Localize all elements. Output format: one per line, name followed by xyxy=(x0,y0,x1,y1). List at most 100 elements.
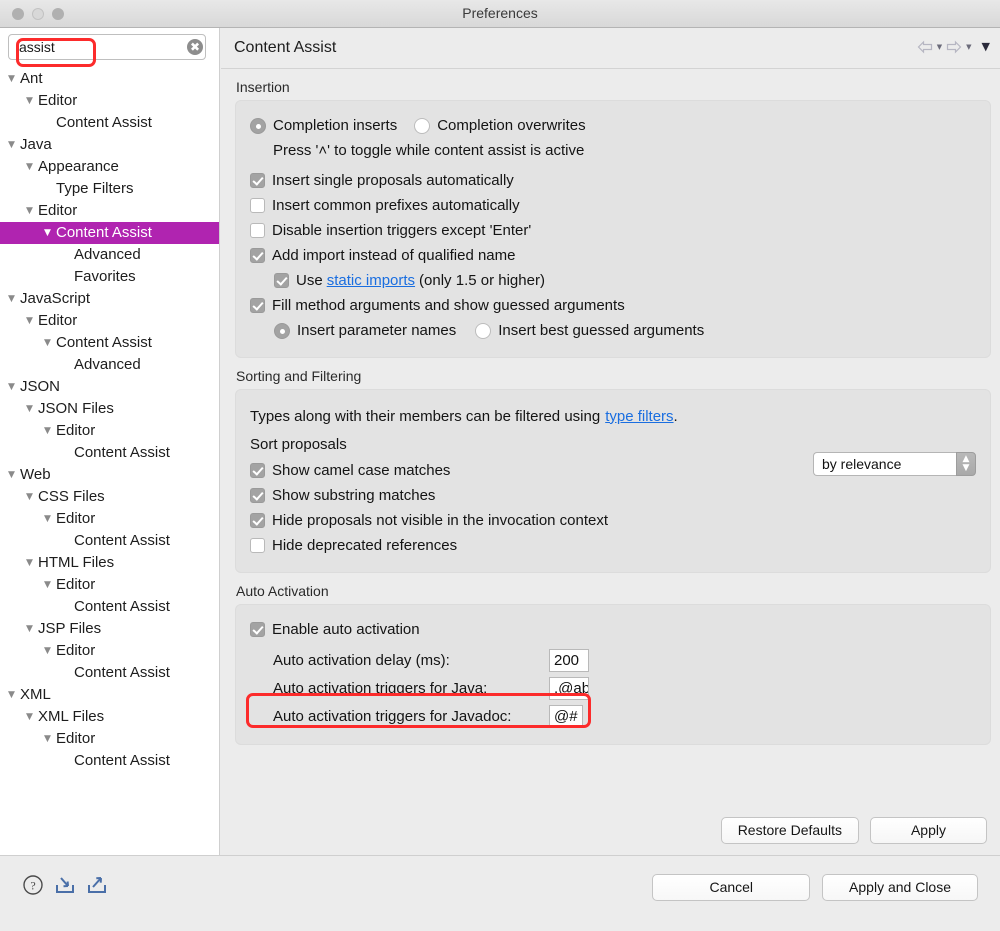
tree-item-editor[interactable]: ▼ Editor xyxy=(0,310,219,332)
tree-item-label: Web xyxy=(20,466,51,483)
tree-item-editor[interactable]: ▼ Editor xyxy=(0,728,219,750)
tree-item-advanced[interactable]: Advanced xyxy=(0,354,219,376)
tree-item-content-assist[interactable]: ▼ Content Assist xyxy=(0,332,219,354)
checkbox-insert-single-proposals[interactable] xyxy=(250,173,265,188)
tree-item-content-assist[interactable]: Content Assist xyxy=(0,596,219,618)
tree-item-label: Content Assist xyxy=(56,334,152,351)
twisty-expanded-icon[interactable]: ▼ xyxy=(44,338,55,348)
twisty-expanded-icon[interactable]: ▼ xyxy=(26,96,37,106)
radio-completion-overwrites-label: Completion overwrites xyxy=(437,117,586,134)
checkbox-show-camel-case[interactable] xyxy=(250,463,265,478)
tree-item-type-filters[interactable]: Type Filters xyxy=(0,178,219,200)
twisty-expanded-icon[interactable]: ▼ xyxy=(44,426,55,436)
forward-arrow-icon[interactable] xyxy=(945,40,963,54)
tree-item-advanced[interactable]: Advanced xyxy=(0,244,219,266)
twisty-expanded-icon[interactable]: ▼ xyxy=(44,514,55,524)
search-input[interactable] xyxy=(8,34,206,60)
twisty-expanded-icon[interactable]: ▼ xyxy=(26,712,37,722)
tree-item-ant[interactable]: ▼ Ant xyxy=(0,68,219,90)
tree-item-editor[interactable]: ▼ Editor xyxy=(0,200,219,222)
javadoc-triggers-input[interactable]: @# xyxy=(549,704,583,728)
radio-insert-best-guessed[interactable] xyxy=(475,322,492,339)
tree-item-json-files[interactable]: ▼ JSON Files xyxy=(0,398,219,420)
tree-item-label: Editor xyxy=(56,510,96,527)
tree-item-html-files[interactable]: ▼ HTML Files xyxy=(0,552,219,574)
tree-item-label: Editor xyxy=(38,202,78,219)
tree-item-label: Java xyxy=(20,136,52,153)
tree-item-editor[interactable]: ▼ Editor xyxy=(0,640,219,662)
tree-item-javascript[interactable]: ▼ JavaScript xyxy=(0,288,219,310)
tree-item-content-assist[interactable]: Content Assist xyxy=(0,112,219,134)
type-filters-description-prefix: Types along with their members can be fi… xyxy=(250,407,601,425)
tree-item-favorites[interactable]: Favorites xyxy=(0,266,219,288)
checkbox-disable-insertion-triggers[interactable] xyxy=(250,223,265,238)
tree-item-json[interactable]: ▼ JSON xyxy=(0,376,219,398)
twisty-expanded-icon[interactable]: ▼ xyxy=(26,558,37,568)
twisty-expanded-icon[interactable]: ▼ xyxy=(44,734,55,744)
twisty-expanded-icon[interactable]: ▼ xyxy=(8,74,19,84)
tree-item-editor[interactable]: ▼ Editor xyxy=(0,508,219,530)
twisty-expanded-icon[interactable]: ▼ xyxy=(26,404,37,414)
java-triggers-input[interactable]: .@ab xyxy=(549,676,589,700)
tree-item-appearance[interactable]: ▼ Appearance xyxy=(0,156,219,178)
checkbox-show-substring[interactable] xyxy=(250,488,265,503)
twisty-expanded-icon[interactable]: ▼ xyxy=(26,206,37,216)
checkbox-use-static-imports[interactable] xyxy=(274,273,289,288)
radio-completion-inserts[interactable] xyxy=(250,117,266,134)
tree-item-editor[interactable]: ▼ Editor xyxy=(0,574,219,596)
sort-proposals-stepper-icon[interactable]: ▲ ▼ xyxy=(956,452,976,476)
tree-item-xml-files[interactable]: ▼ XML Files xyxy=(0,706,219,728)
twisty-expanded-icon[interactable]: ▼ xyxy=(44,580,55,590)
tree-item-content-assist[interactable]: ▼ Content Assist xyxy=(0,222,219,244)
back-menu-caret-icon[interactable]: ▼ xyxy=(937,40,942,54)
tree-item-editor[interactable]: ▼ Editor xyxy=(0,420,219,442)
insertion-group-title: Insertion xyxy=(236,79,290,95)
import-icon[interactable] xyxy=(54,874,76,896)
export-icon[interactable] xyxy=(86,874,108,896)
twisty-expanded-icon[interactable]: ▼ xyxy=(26,492,37,502)
twisty-expanded-icon[interactable]: ▼ xyxy=(26,162,37,172)
tree-item-content-assist[interactable]: Content Assist xyxy=(0,662,219,684)
twisty-expanded-icon[interactable]: ▼ xyxy=(44,228,55,238)
tree-item-editor[interactable]: ▼ Editor xyxy=(0,90,219,112)
apply-button[interactable]: Apply xyxy=(869,817,987,844)
radio-completion-overwrites[interactable] xyxy=(414,117,431,134)
apply-and-close-button[interactable]: Apply and Close xyxy=(822,874,978,901)
tree-item-content-assist[interactable]: Content Assist xyxy=(0,750,219,772)
clear-search-icon[interactable]: ✖ xyxy=(187,39,203,55)
tree-item-web[interactable]: ▼ Web xyxy=(0,464,219,486)
page-menu-chevron-down-icon[interactable]: ▼ xyxy=(982,40,990,54)
restore-defaults-button[interactable]: Restore Defaults xyxy=(720,817,859,844)
forward-menu-caret-icon[interactable]: ▼ xyxy=(966,40,971,54)
checkbox-enable-auto-activation[interactable] xyxy=(250,622,265,637)
twisty-expanded-icon[interactable]: ▼ xyxy=(8,294,19,304)
tree-item-content-assist[interactable]: Content Assist xyxy=(0,530,219,552)
help-question-icon[interactable]: ? xyxy=(22,874,44,896)
tree-item-xml[interactable]: ▼ XML xyxy=(0,684,219,706)
twisty-expanded-icon[interactable]: ▼ xyxy=(8,382,19,392)
twisty-expanded-icon[interactable]: ▼ xyxy=(26,624,37,634)
static-imports-row: Use static imports (only 1.5 or higher) xyxy=(250,268,976,293)
tree-item-jsp-files[interactable]: ▼ JSP Files xyxy=(0,618,219,640)
tree-item-java[interactable]: ▼ Java xyxy=(0,134,219,156)
sort-proposals-dropdown[interactable]: by relevance ▲ ▼ xyxy=(813,452,976,476)
radio-insert-parameter-names[interactable] xyxy=(274,322,290,339)
checkbox-add-import[interactable] xyxy=(250,248,265,263)
insertion-group-box: Completion inserts Completion overwrites… xyxy=(235,100,991,358)
static-imports-link[interactable]: static imports xyxy=(327,272,415,289)
type-filters-link[interactable]: type filters xyxy=(605,408,673,425)
auto-activation-delay-input[interactable]: 200 xyxy=(549,648,589,672)
twisty-expanded-icon[interactable]: ▼ xyxy=(8,140,19,150)
checkbox-hide-deprecated[interactable] xyxy=(250,538,265,553)
twisty-expanded-icon[interactable]: ▼ xyxy=(8,690,19,700)
tree-item-css-files[interactable]: ▼ CSS Files xyxy=(0,486,219,508)
twisty-expanded-icon[interactable]: ▼ xyxy=(44,646,55,656)
checkbox-fill-method-arguments[interactable] xyxy=(250,298,265,313)
back-arrow-icon[interactable] xyxy=(916,40,934,54)
tree-item-content-assist[interactable]: Content Assist xyxy=(0,442,219,464)
checkbox-insert-common-prefixes[interactable] xyxy=(250,198,265,213)
twisty-expanded-icon[interactable]: ▼ xyxy=(8,470,19,480)
checkbox-hide-invisible-proposals[interactable] xyxy=(250,513,265,528)
cancel-button[interactable]: Cancel xyxy=(652,874,811,901)
twisty-expanded-icon[interactable]: ▼ xyxy=(26,316,37,326)
